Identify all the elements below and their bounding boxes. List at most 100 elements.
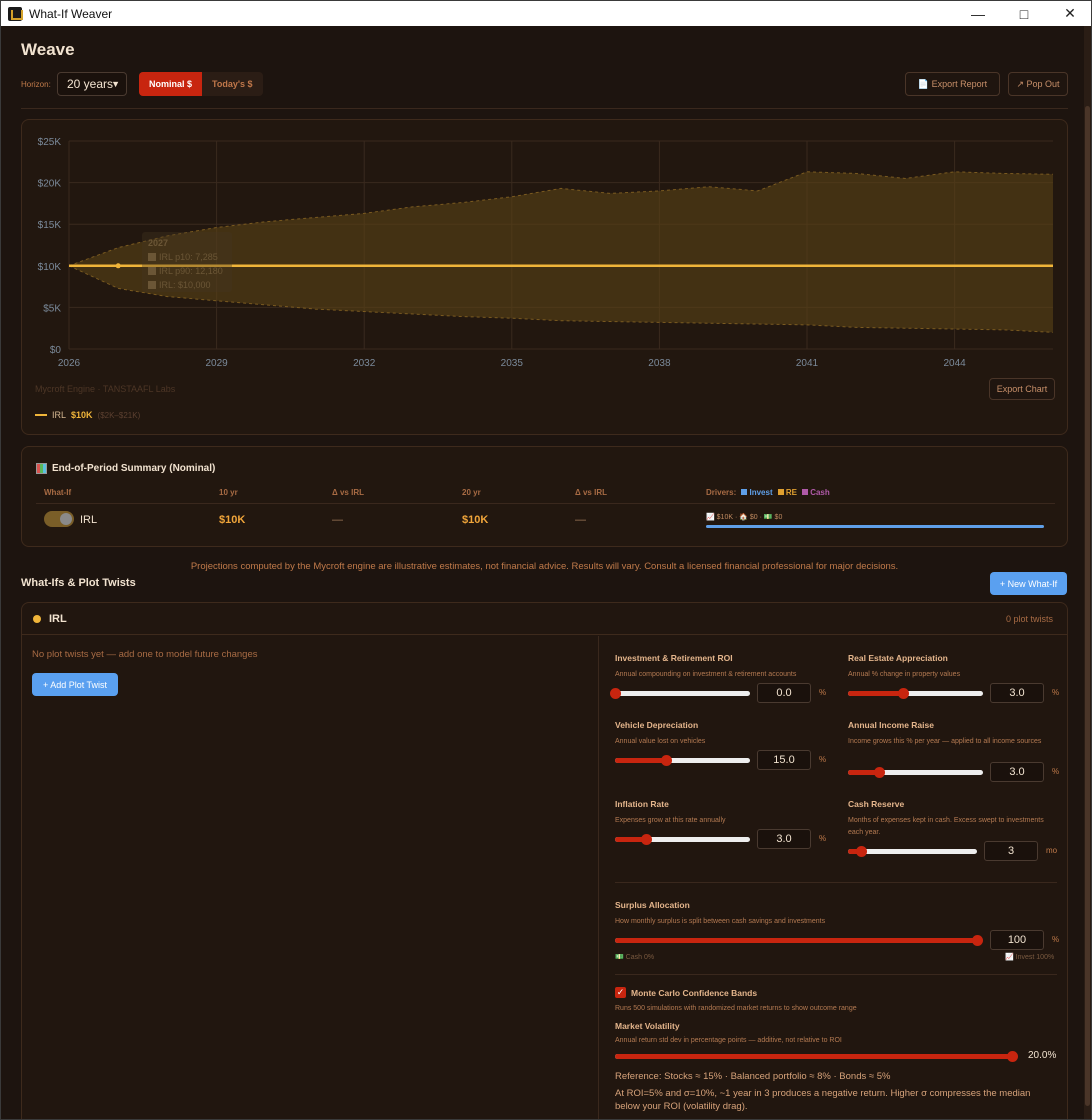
col-delta-10: Δ vs IRL bbox=[332, 488, 364, 497]
minimize-button[interactable]: — bbox=[955, 1, 1001, 26]
tooltip-line-value: IRL: $10,000 bbox=[148, 278, 226, 292]
volatility-note: At ROI=5% and σ=10%, ~1 year in 3 produc… bbox=[615, 1088, 1031, 1112]
section-divider bbox=[615, 882, 1057, 883]
volatility-title: Market Volatility bbox=[615, 1021, 680, 1031]
whatif-name: IRL bbox=[49, 613, 67, 625]
y-tick-label: $15K bbox=[38, 220, 62, 231]
slider-thumb[interactable] bbox=[1007, 1051, 1018, 1062]
dollar-mode-toggle: Nominal $ Today's $ bbox=[139, 72, 263, 96]
add-plot-twist-button[interactable]: + Add Plot Twist bbox=[32, 673, 118, 696]
chart-tooltip: 2027 IRL p10: 7,285 IRL p90: 12,180 IRL:… bbox=[142, 232, 232, 292]
row-drivers: 📈 $10K · 🏠 $0 · 💵 $0 bbox=[706, 514, 783, 521]
disclaimer: Projections computed by the Mycroft engi… bbox=[190, 561, 899, 572]
y-tick-label: $0 bbox=[50, 345, 62, 356]
vehicle-title: Vehicle Depreciation bbox=[615, 720, 699, 730]
tooltip-line-p90: IRL p90: 12,180 bbox=[148, 264, 226, 278]
whatif-card: IRL 0 plot twists No plot twists yet — a… bbox=[21, 602, 1068, 1119]
pop-out-button[interactable]: ↗ Pop Out bbox=[1008, 72, 1068, 96]
whatif-header[interactable]: IRL 0 plot twists bbox=[22, 603, 1067, 635]
cash-title: Cash Reserve bbox=[848, 799, 905, 809]
cash-slider[interactable] bbox=[848, 846, 977, 857]
inflation-slider[interactable] bbox=[615, 834, 750, 845]
legend-value: $10K bbox=[71, 410, 93, 420]
new-whatif-button[interactable]: + New What-If bbox=[990, 572, 1067, 595]
cash-desc: Months of expenses kept in cash. Excess … bbox=[848, 817, 1044, 836]
inflation-input[interactable]: 3.0 bbox=[757, 829, 811, 849]
app-window: What-If Weaver — □ ✕ Weave Horizon: 20 y… bbox=[0, 0, 1092, 1120]
y-tick-label: $5K bbox=[43, 303, 61, 314]
row-name: IRL bbox=[80, 514, 98, 526]
maximize-button[interactable]: □ bbox=[1001, 1, 1047, 26]
slider-thumb[interactable] bbox=[898, 688, 910, 699]
surplus-title: Surplus Allocation bbox=[615, 900, 690, 910]
summary-title: End-of-Period Summary (Nominal) bbox=[36, 463, 215, 474]
tooltip-line-p10: IRL p10: 7,285 bbox=[148, 250, 226, 264]
slider-thumb[interactable] bbox=[641, 834, 653, 845]
vehicle-desc: Annual value lost on vehicles bbox=[615, 738, 706, 745]
legend-name: IRL bbox=[52, 410, 67, 420]
slider-thumb[interactable] bbox=[855, 846, 867, 857]
section-divider bbox=[615, 974, 1057, 975]
summary-card: End-of-Period Summary (Nominal) What-If … bbox=[21, 446, 1068, 547]
vehicle-input[interactable]: 15.0 bbox=[757, 750, 811, 770]
close-button[interactable]: ✕ bbox=[1047, 1, 1091, 26]
row-delta-20: — bbox=[575, 514, 586, 526]
nominal-button[interactable]: Nominal $ bbox=[139, 72, 203, 96]
row-delta-10: — bbox=[332, 514, 343, 526]
surplus-param: Surplus Allocation How monthly surplus i… bbox=[615, 900, 1055, 928]
main-content: Weave Horizon: 20 years ▼ Nominal $ Toda… bbox=[1, 26, 1086, 1119]
x-tick-label: 2026 bbox=[58, 358, 81, 369]
monte-carlo-checkbox[interactable]: ✓ bbox=[615, 987, 626, 998]
surplus-invest-label: 📈 Invest 100% bbox=[1005, 954, 1055, 961]
col-10yr: 10 yr bbox=[219, 488, 238, 497]
income-input[interactable]: 3.0 bbox=[990, 762, 1044, 782]
re-slider[interactable] bbox=[848, 688, 983, 699]
legend-range: ($2K–$21K) bbox=[97, 410, 141, 420]
volatility-param: Market Volatility Annual return std dev … bbox=[615, 1021, 1055, 1047]
vehicle-param: Vehicle Depreciation Annual value lost o… bbox=[615, 720, 835, 748]
tooltip-title: 2027 bbox=[148, 238, 169, 248]
hover-point bbox=[115, 263, 121, 269]
empty-plot-twists: No plot twists yet — add one to model fu… bbox=[32, 649, 258, 660]
x-tick-label: 2038 bbox=[648, 358, 671, 369]
window-title: What-If Weaver bbox=[29, 6, 113, 21]
chart-legend[interactable]: IRL $10K ($2K–$21K) bbox=[35, 410, 140, 420]
vehicle-slider[interactable] bbox=[615, 755, 750, 766]
export-report-button[interactable]: 📄 Export Report bbox=[905, 72, 1000, 96]
horizon-select[interactable]: 20 years ▼ bbox=[57, 72, 127, 96]
income-title: Annual Income Raise bbox=[848, 720, 934, 730]
roi-slider[interactable] bbox=[610, 688, 750, 699]
y-tick-label: $25K bbox=[38, 137, 62, 148]
title-bar: What-If Weaver — □ ✕ bbox=[1, 1, 1091, 26]
whatifs-title: What-Ifs & Plot Twists bbox=[21, 577, 136, 589]
x-tick-label: 2035 bbox=[501, 358, 524, 369]
y-tick-label: $20K bbox=[38, 179, 62, 190]
cash-input[interactable]: 3 bbox=[984, 841, 1038, 861]
slider-thumb[interactable] bbox=[972, 935, 983, 946]
projection-chart-card: $0 $5K $10K $15K $20K $25K 2026 2029 2032 2035 203… bbox=[21, 119, 1068, 435]
header-divider bbox=[21, 108, 1068, 109]
inflation-param: Inflation Rate Expenses grow at this rat… bbox=[615, 799, 835, 827]
y-tick-label: $10K bbox=[38, 262, 62, 273]
roi-title: Investment & Retirement ROI bbox=[615, 653, 733, 663]
volatility-slider[interactable] bbox=[615, 1051, 1018, 1062]
income-slider[interactable] bbox=[848, 767, 983, 778]
horizon-label: Horizon: bbox=[21, 80, 51, 89]
slider-thumb[interactable] bbox=[661, 755, 673, 766]
whatif-visibility-toggle[interactable] bbox=[44, 511, 74, 527]
export-chart-button[interactable]: Export Chart bbox=[989, 378, 1055, 400]
todays-dollars-button[interactable]: Today's $ bbox=[202, 72, 263, 96]
slider-thumb[interactable] bbox=[610, 688, 621, 699]
roi-input[interactable]: 0.0 bbox=[757, 683, 811, 703]
slider-thumb[interactable] bbox=[874, 767, 886, 778]
toolbar: Horizon: 20 years ▼ Nominal $ Today's $ … bbox=[21, 72, 1069, 98]
surplus-input[interactable]: 100 bbox=[990, 930, 1044, 950]
re-title: Real Estate Appreciation bbox=[848, 653, 948, 663]
re-input[interactable]: 3.0 bbox=[990, 683, 1044, 703]
horizon-value: 20 years bbox=[67, 77, 114, 91]
surplus-slider[interactable] bbox=[615, 935, 983, 946]
surplus-desc: How monthly surplus is split between cas… bbox=[615, 918, 826, 925]
roi-desc: Annual compounding on investment & retir… bbox=[615, 671, 797, 678]
col-drivers: Drivers: Invest RE Cash bbox=[706, 488, 830, 497]
income-unit: % bbox=[1052, 767, 1060, 776]
